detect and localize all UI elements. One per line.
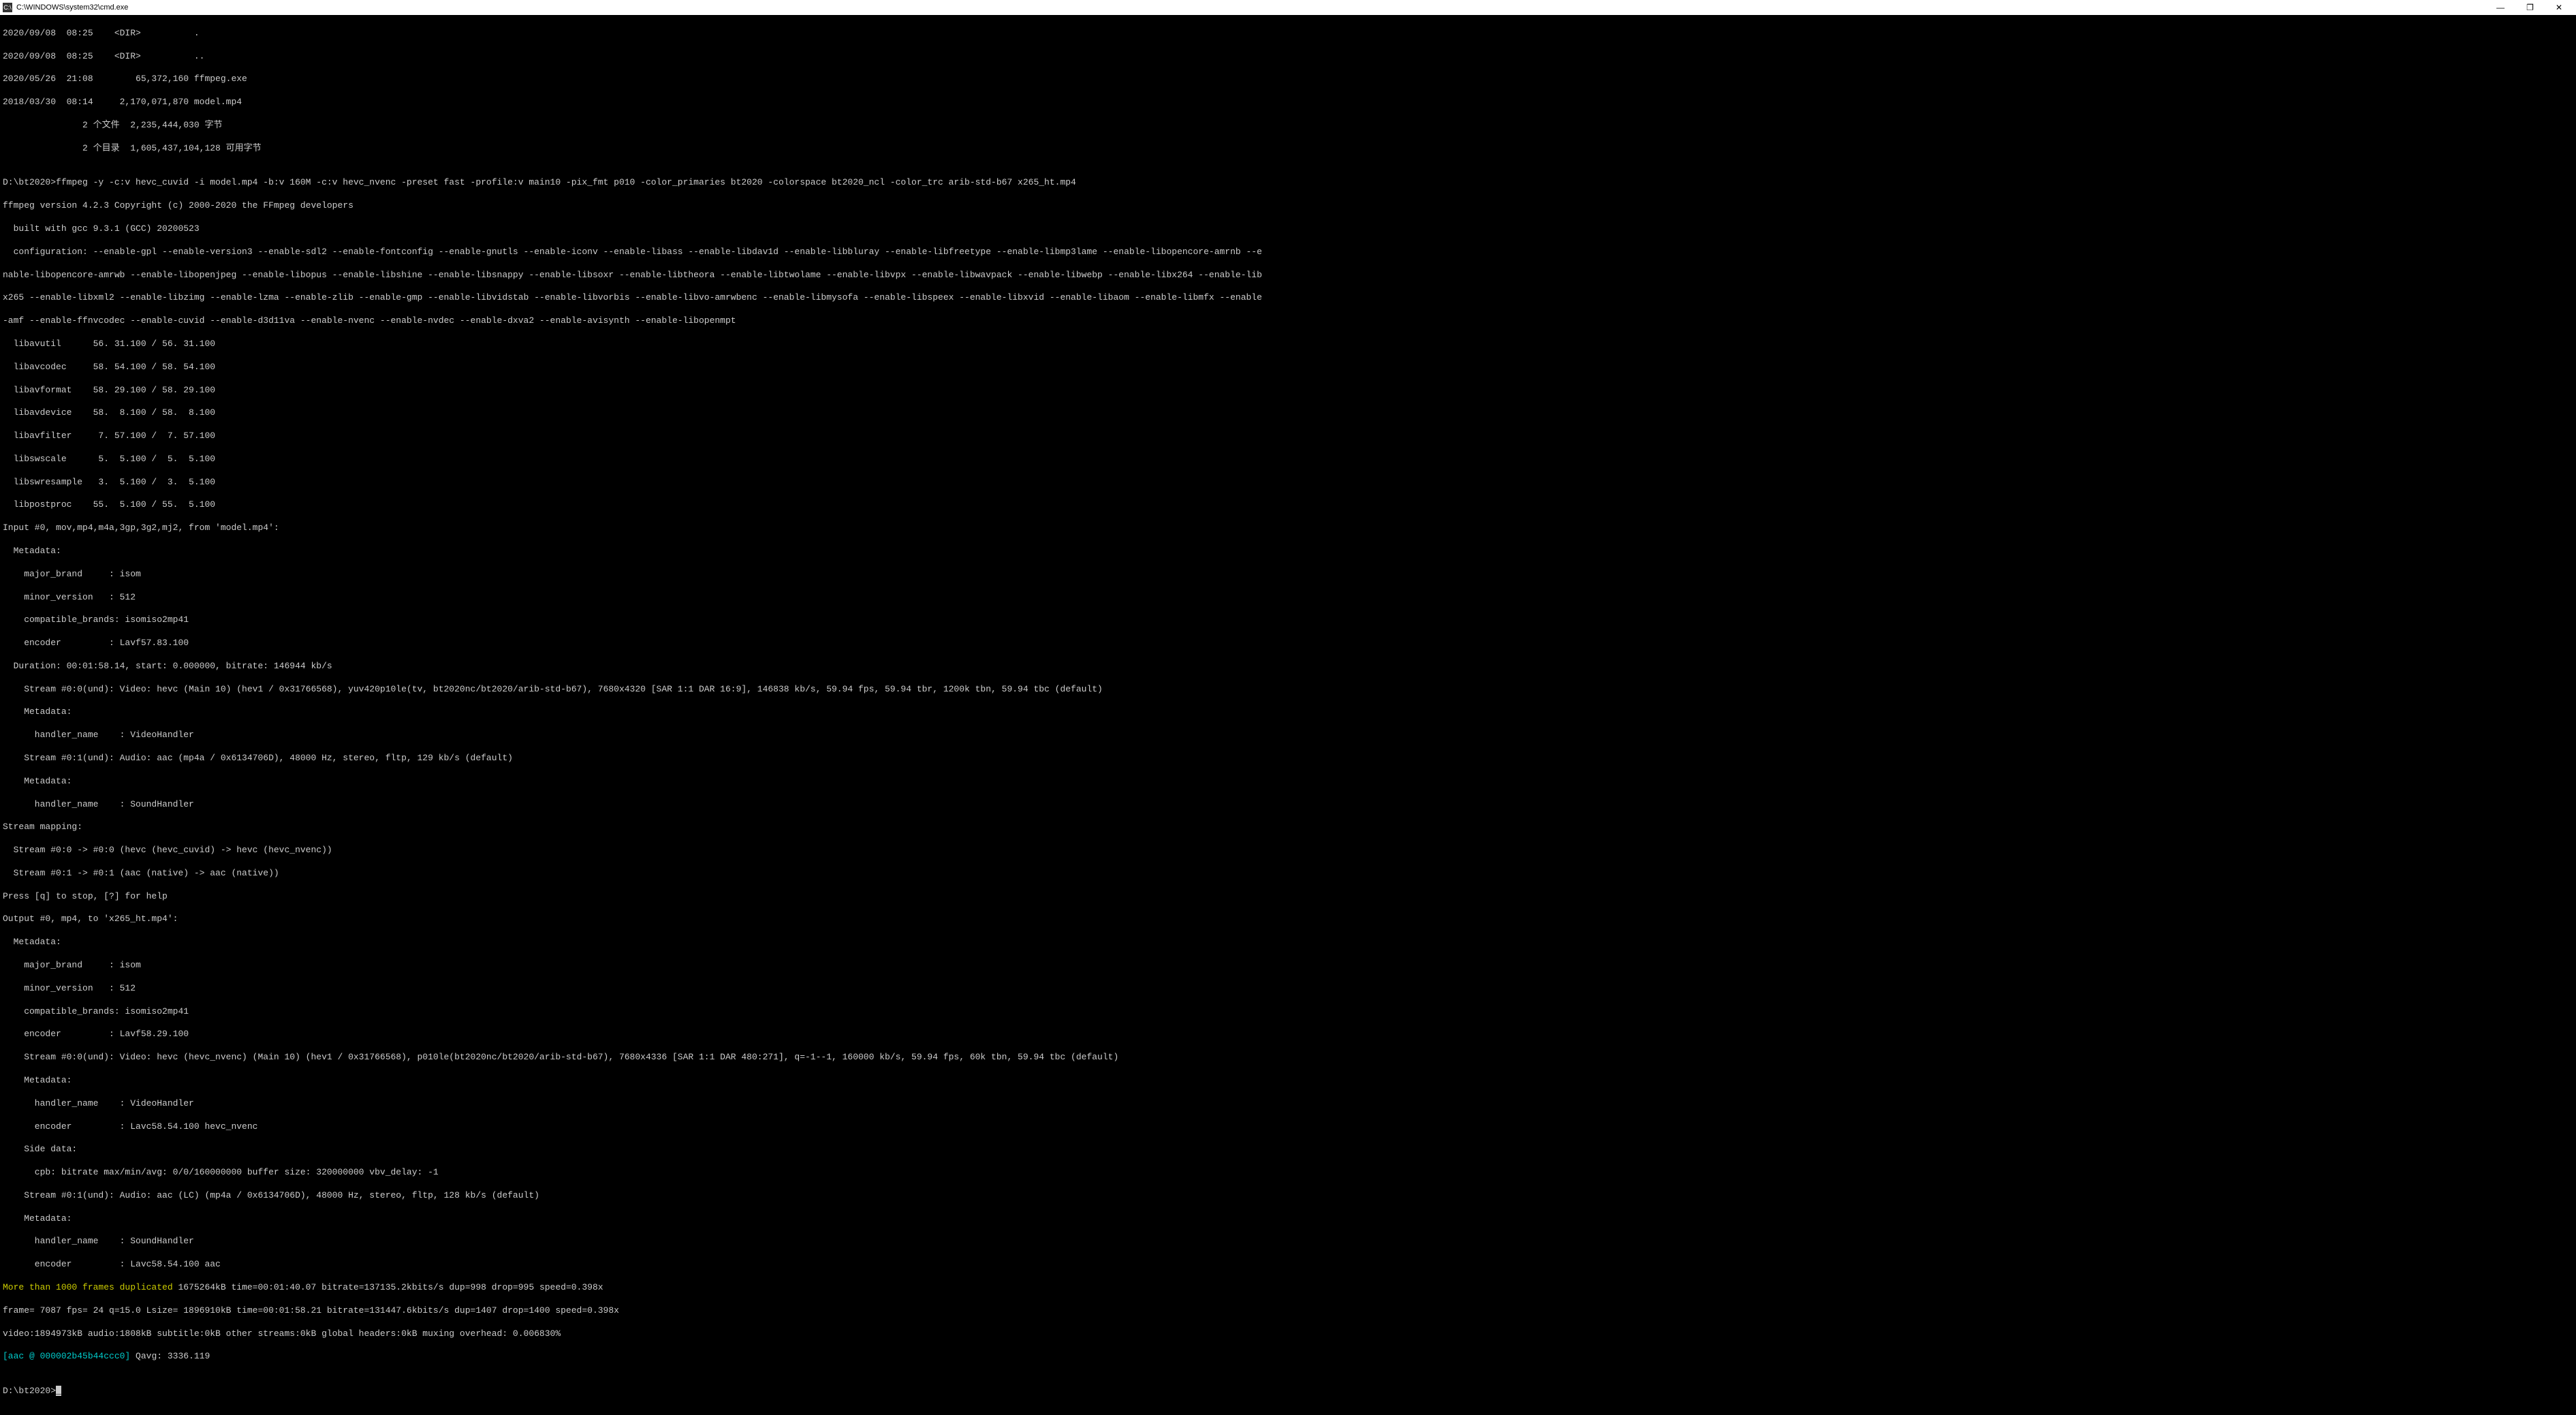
lib-version-line: libavformat 58. 29.100 / 58. 29.100 — [3, 385, 2573, 396]
dir-line: 2020/09/08 08:25 <DIR> . — [3, 28, 2573, 40]
input-line: handler_name : SoundHandler — [3, 799, 2573, 811]
lib-version-line: libavdevice 58. 8.100 / 58. 8.100 — [3, 407, 2573, 419]
window-controls: — ❐ ✕ — [2492, 1, 2573, 14]
stream-mapping-line: Stream mapping: — [3, 822, 2573, 833]
lib-version-line: libavcodec 58. 54.100 / 58. 54.100 — [3, 362, 2573, 373]
stream-mapping-line: Stream #0:0 -> #0:0 (hevc (hevc_cuvid) -… — [3, 845, 2573, 856]
warning-text: More than 1000 frames duplicated — [3, 1282, 178, 1292]
input-line: Stream #0:1(und): Audio: aac (mp4a / 0x6… — [3, 753, 2573, 764]
dir-line: 2 个文件 2,235,444,030 字节 — [3, 120, 2573, 131]
warning-stats: 1675264kB time=00:01:40.07 bitrate=13713… — [178, 1282, 603, 1292]
input-line: handler_name : VideoHandler — [3, 730, 2573, 741]
output-line: encoder : Lavf58.29.100 — [3, 1029, 2573, 1040]
output-line: Metadata: — [3, 1075, 2573, 1087]
stream-mapping-line: Stream #0:1 -> #0:1 (aac (native) -> aac… — [3, 868, 2573, 880]
input-line: Stream #0:0(und): Video: hevc (Main 10) … — [3, 684, 2573, 696]
output-line: compatible_brands: isomiso2mp41 — [3, 1006, 2573, 1018]
terminal-output[interactable]: 2020/09/08 08:25 <DIR> . 2020/09/08 08:2… — [0, 15, 2576, 1410]
input-line: Metadata: — [3, 546, 2573, 557]
ffmpeg-line: -amf --enable-ffnvcodec --enable-cuvid -… — [3, 315, 2573, 327]
dir-line: 2020/09/08 08:25 <DIR> .. — [3, 51, 2573, 63]
cursor[interactable]: _ — [56, 1386, 61, 1396]
ffmpeg-line: configuration: --enable-gpl --enable-ver… — [3, 247, 2573, 258]
output-line: Output #0, mp4, to 'x265_ht.mp4': — [3, 914, 2573, 925]
lib-version-line: libpostproc 55. 5.100 / 55. 5.100 — [3, 499, 2573, 511]
prompt-text: D:\bt2020> — [3, 1386, 56, 1396]
input-line: Metadata: — [3, 776, 2573, 788]
input-line: compatible_brands: isomiso2mp41 — [3, 615, 2573, 626]
ffmpeg-line: built with gcc 9.3.1 (GCC) 20200523 — [3, 223, 2573, 235]
output-line: minor_version : 512 — [3, 983, 2573, 995]
lib-version-line: libavfilter 7. 57.100 / 7. 57.100 — [3, 431, 2573, 442]
window-title: C:\WINDOWS\system32\cmd.exe — [16, 3, 128, 12]
dir-line: 2018/03/30 08:14 2,170,071,870 model.mp4 — [3, 97, 2573, 108]
output-line: Stream #0:1(und): Audio: aac (LC) (mp4a … — [3, 1190, 2573, 1202]
output-line: encoder : Lavc58.54.100 aac — [3, 1259, 2573, 1271]
lib-version-line: libavutil 56. 31.100 / 56. 31.100 — [3, 339, 2573, 350]
ffmpeg-line: x265 --enable-libxml2 --enable-libzimg -… — [3, 292, 2573, 304]
ffmpeg-line: ffmpeg version 4.2.3 Copyright (c) 2000-… — [3, 200, 2573, 212]
input-line: Metadata: — [3, 706, 2573, 718]
progress-line: frame= 7087 fps= 24 q=15.0 Lsize= 189691… — [3, 1305, 2573, 1317]
prompt-line: D:\bt2020>_ — [3, 1386, 2573, 1397]
output-line: Stream #0:0(und): Video: hevc (hevc_nven… — [3, 1052, 2573, 1063]
ffmpeg-line: nable-libopencore-amrwb --enable-libopen… — [3, 270, 2573, 281]
lib-version-line: libswresample 3. 5.100 / 3. 5.100 — [3, 477, 2573, 488]
input-line: Duration: 00:01:58.14, start: 0.000000, … — [3, 661, 2573, 672]
output-line: major_brand : isom — [3, 960, 2573, 971]
output-line: handler_name : SoundHandler — [3, 1236, 2573, 1247]
warning-line: More than 1000 frames duplicated 1675264… — [3, 1282, 2573, 1294]
output-line: handler_name : VideoHandler — [3, 1098, 2573, 1110]
cmd-icon: C:\ — [3, 3, 12, 12]
aac-stats: Qavg: 3336.119 — [136, 1351, 210, 1361]
maximize-button[interactable]: ❐ — [2522, 1, 2538, 14]
stream-mapping-line: Press [q] to stop, [?] for help — [3, 891, 2573, 903]
output-line: Metadata: — [3, 1213, 2573, 1225]
close-button[interactable]: ✕ — [2551, 1, 2566, 14]
output-line: encoder : Lavc58.54.100 hevc_nvenc — [3, 1121, 2573, 1133]
dir-line: 2 个目录 1,605,437,104,128 可用字节 — [3, 143, 2573, 155]
input-line: encoder : Lavf57.83.100 — [3, 638, 2573, 649]
output-line: cpb: bitrate max/min/avg: 0/0/160000000 … — [3, 1167, 2573, 1179]
dir-line: 2020/05/26 21:08 65,372,160 ffmpeg.exe — [3, 74, 2573, 85]
input-line: major_brand : isom — [3, 569, 2573, 580]
output-line: Metadata: — [3, 937, 2573, 948]
output-line: Side data: — [3, 1144, 2573, 1155]
lib-version-line: libswscale 5. 5.100 / 5. 5.100 — [3, 454, 2573, 465]
aac-line: [aac @ 000002b45b44ccc0] Qavg: 3336.119 — [3, 1351, 2573, 1363]
input-line: Input #0, mov,mp4,m4a,3gp,3g2,mj2, from … — [3, 523, 2573, 534]
input-line: minor_version : 512 — [3, 592, 2573, 604]
minimize-button[interactable]: — — [2492, 1, 2509, 14]
progress-line: video:1894973kB audio:1808kB subtitle:0k… — [3, 1328, 2573, 1340]
command-line: D:\bt2020>ffmpeg -y -c:v hevc_cuvid -i m… — [3, 177, 2573, 189]
aac-tag: [aac @ 000002b45b44ccc0] — [3, 1351, 136, 1361]
window-titlebar: C:\ C:\WINDOWS\system32\cmd.exe — ❐ ✕ — [0, 0, 2576, 15]
